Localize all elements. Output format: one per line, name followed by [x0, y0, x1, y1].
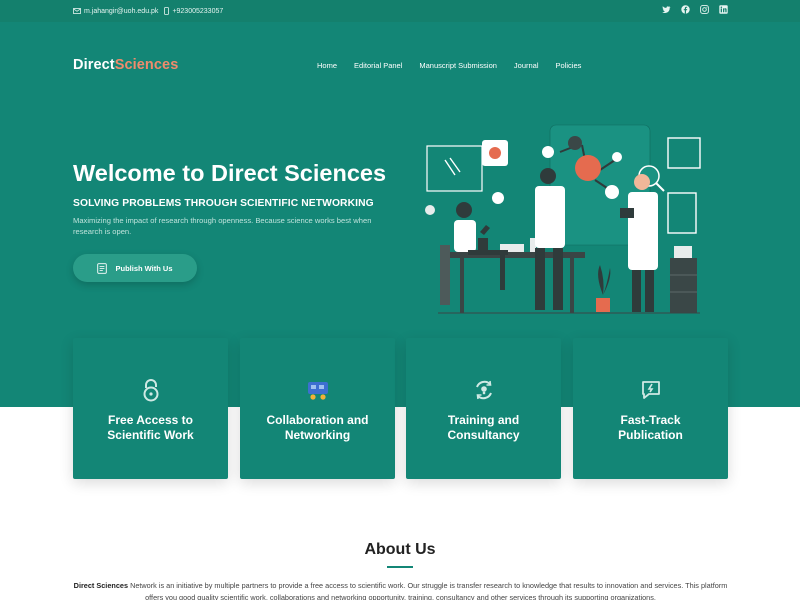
- about-us-title: About Us: [364, 541, 436, 558]
- hero-illustration: [425, 124, 701, 314]
- nav-manuscript-submission[interactable]: Manuscript Submission: [419, 61, 497, 70]
- training-icon: [472, 378, 496, 402]
- email-text: m.jahangir@uoh.edu.pk: [84, 7, 159, 15]
- top-bar: m.jahangir@uoh.edu.pk +923005233057: [0, 0, 800, 22]
- feature-title: Free Access to Scientific Work: [107, 413, 194, 442]
- instagram-icon[interactable]: [700, 5, 709, 14]
- feature-card-training[interactable]: Training and Consultancy: [406, 338, 561, 479]
- hero-description: Maximizing the impact of research throug…: [73, 216, 372, 236]
- hero-subtitle: SOLVING PROBLEMS THROUGH SCIENTIFIC NETW…: [73, 198, 374, 209]
- email-link[interactable]: m.jahangir@uoh.edu.pk: [73, 8, 158, 15]
- fast-track-icon: [639, 378, 663, 402]
- brand-part-1: Direct: [73, 57, 115, 73]
- about-us-divider: [387, 566, 413, 568]
- document-icon: [97, 262, 108, 274]
- publish-with-us-button[interactable]: Publish With Us: [73, 254, 197, 282]
- nav-editorial-panel[interactable]: Editorial Panel: [354, 61, 402, 70]
- about-us-text: Direct Sciences Network is an initiative…: [73, 580, 728, 600]
- brand-logo[interactable]: DirectSciences: [73, 57, 178, 73]
- twitter-icon[interactable]: [662, 5, 671, 14]
- facebook-icon[interactable]: [681, 5, 690, 14]
- about-brand: Direct Sciences: [73, 581, 129, 590]
- social-links: [662, 5, 728, 14]
- feature-title: Collaboration and Networking: [266, 413, 369, 442]
- hero-title: Welcome to Direct Sciences: [73, 160, 387, 186]
- main-nav: Home Editorial Panel Manuscript Submissi…: [317, 61, 581, 70]
- about-body: Network is an initiative by multiple par…: [130, 581, 728, 600]
- feature-title: Fast-Track Publication: [618, 413, 683, 442]
- phone-link[interactable]: +923005233057: [164, 7, 223, 15]
- nav-policies[interactable]: Policies: [556, 61, 582, 70]
- feature-card-collaboration[interactable]: Collaboration and Networking: [240, 338, 395, 479]
- contact-info: m.jahangir@uoh.edu.pk +923005233057: [73, 7, 223, 15]
- nav-journal[interactable]: Journal: [514, 61, 539, 70]
- network-icon: [306, 378, 330, 402]
- brand-part-2: Sciences: [114, 57, 179, 73]
- phone-icon: [164, 7, 170, 15]
- feature-card-fast-track[interactable]: Fast-Track Publication: [573, 338, 728, 479]
- publish-with-us-label: Publish With Us: [115, 263, 173, 273]
- mail-icon: [73, 8, 81, 14]
- nav-home[interactable]: Home: [317, 61, 337, 70]
- phone-text: +923005233057: [172, 7, 224, 15]
- feature-card-free-access[interactable]: Free Access to Scientific Work: [73, 338, 228, 479]
- lock-icon: [139, 378, 163, 402]
- feature-title: Training and Consultancy: [447, 413, 520, 442]
- linkedin-icon[interactable]: [719, 5, 728, 14]
